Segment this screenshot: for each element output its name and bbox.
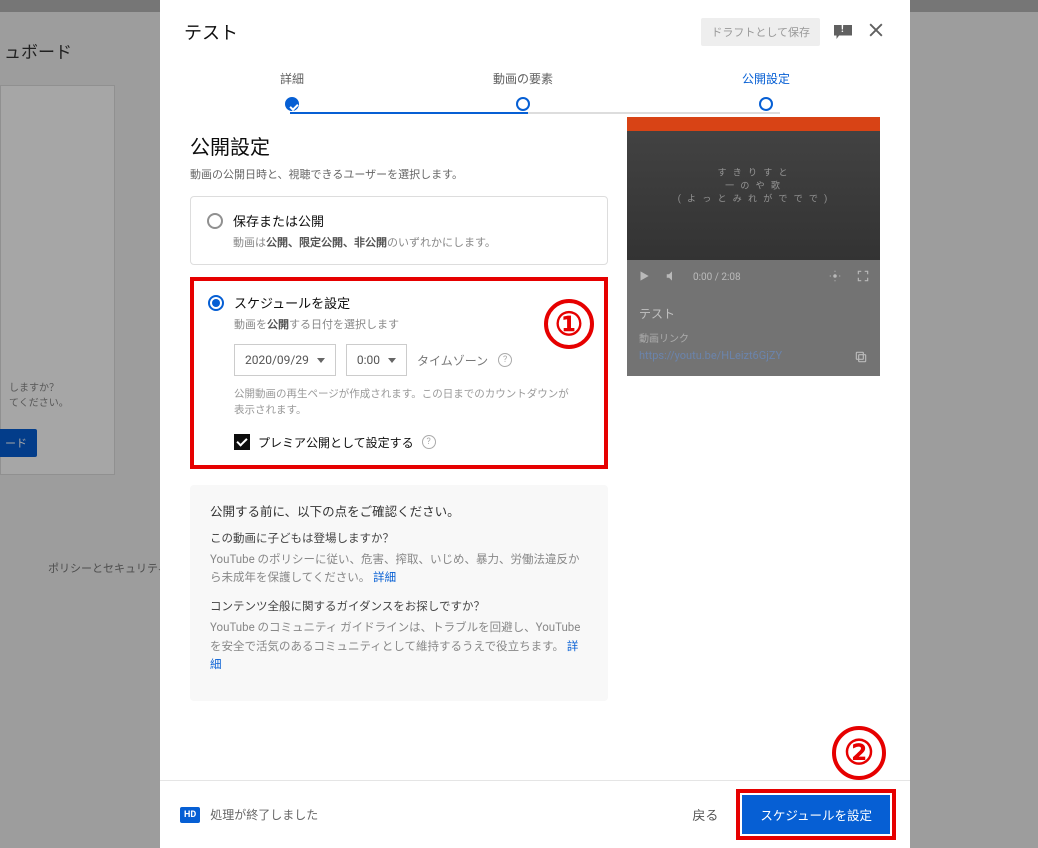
annotation-circle-1: ① — [544, 299, 594, 349]
schedule-submit-button[interactable]: スケジュールを設定 — [742, 795, 890, 834]
help-icon[interactable]: ? — [498, 353, 512, 367]
option-subtitle: 動画を公開する日付を選択します — [234, 316, 590, 332]
radio-on-icon[interactable] — [208, 295, 224, 311]
info-paragraph-2: YouTube のコミュニティ ガイドラインは、トラブルを回避し、YouTube… — [210, 618, 588, 673]
chevron-down-icon — [388, 358, 396, 363]
left-column: 保存または公開 動画は公開、限定公開、非公開のいずれかにします。 スケジュールを… — [190, 196, 608, 701]
info-link[interactable]: 詳細 — [373, 570, 396, 584]
step-elements[interactable]: 動画の要素 — [493, 70, 553, 111]
info-heading: 公開する前に、以下の点をご確認ください。 — [210, 501, 588, 520]
dialog-footer: HD 処理が終了しました 戻る スケジュールを設定 — [160, 780, 910, 848]
stepper: 詳細 動画の要素 公開設定 — [160, 56, 910, 117]
stepper-line-done — [290, 112, 528, 114]
time-dropdown[interactable]: 0:00 — [346, 344, 407, 376]
premiere-label: プレミア公開として設定する — [258, 434, 414, 451]
submit-wrapper: スケジュールを設定 — [742, 795, 890, 834]
checkbox-checked-icon[interactable] — [234, 434, 250, 450]
info-question-1: この動画に子どもは登場しますか？ — [210, 530, 588, 546]
close-icon[interactable] — [866, 20, 886, 44]
step-details[interactable]: 詳細 — [280, 70, 304, 111]
step-visibility[interactable]: 公開設定 — [742, 70, 790, 111]
play-icon[interactable] — [637, 268, 651, 287]
video-link-label: 動画リンク — [639, 330, 868, 345]
video-accent-bar — [627, 117, 880, 131]
schedule-note: 公開動画の再生ページが作成されます。この日までのカウントダウンが表示されます。 — [234, 386, 574, 418]
date-value: 2020/09/29 — [245, 353, 309, 367]
copy-icon[interactable] — [854, 349, 868, 363]
feedback-icon[interactable] — [834, 25, 852, 39]
fullscreen-icon[interactable] — [856, 268, 870, 287]
hd-badge: HD — [180, 807, 200, 823]
annotation-circle-2: ② — [832, 726, 886, 780]
dialog-header: テスト ドラフトとして保存 — [160, 0, 910, 56]
chevron-down-icon — [317, 358, 325, 363]
premiere-checkbox-row[interactable]: プレミア公開として設定する ? — [234, 434, 590, 451]
back-button[interactable]: 戻る — [678, 797, 732, 832]
step-label: 詳細 — [280, 70, 304, 87]
processing-status: 処理が終了しました — [210, 806, 668, 823]
video-info: テスト 動画リンク https://youtu.be/HLeizt6GjZY — [627, 295, 880, 376]
step-circle — [759, 97, 773, 111]
info-paragraph-1: YouTube のポリシーに従い、危害、搾取、いじめ、暴力、労働法違反から未成年… — [210, 550, 588, 587]
timezone-label: タイムゾーン — [417, 352, 488, 369]
volume-icon[interactable] — [665, 268, 679, 287]
help-icon[interactable]: ? — [422, 435, 436, 449]
option-title: 保存または公開 — [233, 211, 324, 230]
video-link[interactable]: https://youtu.be/HLeizt6GjZY — [639, 349, 868, 362]
radio-off-icon[interactable] — [207, 213, 223, 229]
info-card: 公開する前に、以下の点をご確認ください。 この動画に子どもは登場しますか？ Yo… — [190, 485, 608, 702]
time-value: 0:00 — [357, 353, 380, 367]
option-subtitle: 動画は公開、限定公開、非公開のいずれかにします。 — [233, 234, 591, 250]
date-dropdown[interactable]: 2020/09/29 — [234, 344, 336, 376]
date-time-row: 2020/09/29 0:00 タイムゾーン ? — [234, 344, 590, 376]
check-icon — [285, 97, 299, 111]
video-title: テスト — [639, 305, 868, 322]
step-label: 動画の要素 — [493, 70, 553, 87]
thumb-text: す き り す と 一 の や 歌 ( よ っ と み れ が で で で ) — [678, 165, 830, 204]
option-save-or-publish[interactable]: 保存または公開 動画は公開、限定公開、非公開のいずれかにします。 — [190, 196, 608, 265]
video-controls: 0:00 / 2:08 — [627, 260, 880, 295]
dialog-title: テスト — [184, 19, 701, 45]
step-label: 公開設定 — [742, 70, 790, 87]
dialog-body: 公開設定 動画の公開日時と、視聴できるユーザーを選択します。 保存または公開 動… — [160, 117, 910, 780]
video-thumbnail[interactable]: す き り す と 一 の や 歌 ( よ っ と み れ が で で で ) — [627, 117, 880, 260]
settings-gear-icon[interactable] — [828, 268, 842, 287]
info-question-2: コンテンツ全般に関するガイダンスをお探しですか？ — [210, 598, 588, 614]
annotation-box-1: スケジュールを設定 動画を公開する日付を選択します 2020/09/29 0:0… — [190, 277, 608, 469]
upload-dialog: テスト ドラフトとして保存 詳細 動画の要素 公開設定 公開設定 動画の公開日時… — [160, 0, 910, 848]
save-draft-button[interactable]: ドラフトとして保存 — [701, 18, 820, 46]
step-circle — [516, 97, 530, 111]
option-title: スケジュールを設定 — [234, 293, 350, 312]
video-preview-panel: す き り す と 一 の や 歌 ( よ っ と み れ が で で で ) … — [627, 117, 880, 376]
video-time: 0:00 / 2:08 — [693, 272, 814, 283]
